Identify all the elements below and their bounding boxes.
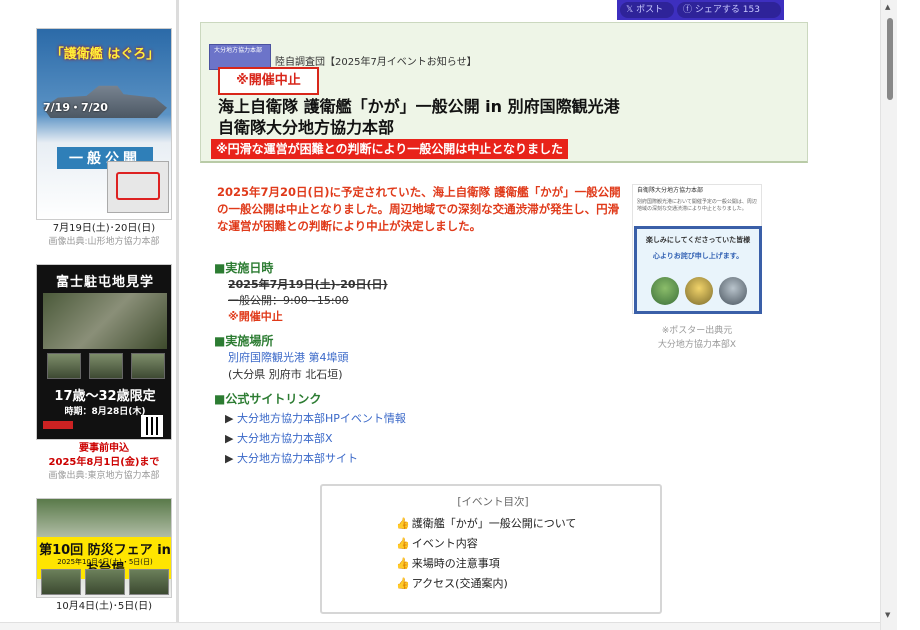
headline-line-1: 海上自衛隊 護衛艦「かが」一般公開 in 別府国際観光港 xyxy=(218,97,620,116)
event-table-of-contents: [イベント目次] 👍 護衛艦「かが」一般公開について 👍 イベント内容 👍 来場時の注… xyxy=(320,484,662,614)
link-site[interactable]: ▶ 大分地方協力本部サイト xyxy=(225,451,358,467)
poster-caption: ※ポスター出典元 大分地方協力本部X xyxy=(632,324,762,352)
qr-code-icon xyxy=(141,415,163,437)
banner-kicker: 陸自調査団【2025年7月イベントお知らせ】 xyxy=(275,57,477,68)
scroll-down-arrow-icon[interactable]: ▼ xyxy=(885,611,890,619)
facebook-share-label: シェアする 153 xyxy=(694,5,760,15)
toc-label: イベント内容 xyxy=(411,537,478,550)
apply-deadline: 2025年8月1日(金)まで xyxy=(48,457,160,468)
pointing-hand-icon: 👍 xyxy=(396,517,410,530)
image-source: 画像出典:山形地方協力本部 xyxy=(48,237,160,247)
event-poster-image[interactable]: 自衛隊大分地方協力本部 別府国際観光港において開催予定の一般公開は、周辺地域の深… xyxy=(632,184,762,314)
toc-item-notes[interactable]: 👍 来場時の注意事項 xyxy=(396,556,500,572)
window-gutter xyxy=(897,0,920,630)
bousai-poster-image[interactable]: 第10回 防災フェア in お台場 2025年10月4日(土)・5日(日) xyxy=(36,498,172,598)
pointing-hand-icon: 👍 xyxy=(396,537,410,550)
apply-note: 要事前申込 xyxy=(79,443,129,454)
pointing-hand-icon: 👍 xyxy=(396,557,410,570)
sidebar-divider xyxy=(176,0,179,630)
link-label: 大分地方協力本部サイト xyxy=(236,452,358,465)
mascot-graphic xyxy=(685,277,713,305)
poster-thumb xyxy=(47,353,81,379)
poster-thumb xyxy=(131,353,165,379)
event-date: 7月19日(土)･20日(日) xyxy=(52,223,156,234)
event-banner: 大分地方協力本部 陸自調査団【2025年7月イベントお知らせ】 ※開催中止 海上… xyxy=(200,22,808,163)
sidebar: 「護衛艦 はぐろ」 7/19・7/20 一般公開 7月19日(土)･20日(日)… xyxy=(0,0,176,630)
apology-line-2: 心よりお詫び申し上げます。 xyxy=(652,252,744,260)
poster-photo xyxy=(129,569,169,595)
toc-label: 来場時の注意事項 xyxy=(411,557,500,570)
link-hp-event[interactable]: ▶ 大分地方協力本部HPイベント情報 xyxy=(225,411,406,427)
vertical-scrollbar[interactable]: ▲ ▼ xyxy=(880,0,897,630)
toc-item-content[interactable]: 👍 イベント内容 xyxy=(396,536,478,552)
triangle-bullet-icon: ▶ xyxy=(225,452,234,465)
caption-line-2: 大分地方協力本部X xyxy=(657,340,737,350)
poster-apology-box: 楽しみにしてくださっていた皆様 心よりお詫び申し上げます。 xyxy=(634,226,762,314)
schedule-time: 一般公開：9:00~15:00 xyxy=(228,294,349,307)
apology-line-1: 楽しみにしてくださっていた皆様 xyxy=(645,236,751,244)
haguro-poster-image[interactable]: 「護衛艦 はぐろ」 7/19・7/20 一般公開 xyxy=(36,28,172,220)
links-heading: ■公式サイトリンク xyxy=(214,392,322,406)
poster-photo xyxy=(85,569,125,595)
link-label: 大分地方協力本部X xyxy=(236,432,333,445)
main-content: 大分地方協力本部 陸自調査団【2025年7月イベントお知らせ】 ※開催中止 海上… xyxy=(200,22,808,630)
sidebar-card-haguro[interactable]: 「護衛艦 はぐろ」 7/19・7/20 一般公開 7月19日(土)･20日(日)… xyxy=(36,28,172,249)
poster-apply-mark xyxy=(43,421,73,429)
fuji-poster-image[interactable]: 富士駐屯地見学 17歳～32歳限定 時期：8月28日(木) xyxy=(36,264,172,440)
horizontal-scroll-strip xyxy=(0,622,880,630)
scroll-up-arrow-icon[interactable]: ▲ xyxy=(885,3,890,11)
x-share-button[interactable]: 𝕏 ポスト xyxy=(620,2,674,18)
poster-body: 別府国際観光港において開催予定の一般公開は、周辺地域の深刻な交通渋滞により中止と… xyxy=(637,199,757,212)
venue-heading: ■実施場所 xyxy=(214,334,274,348)
schedule-date: 2025年7月19日(土)-20日(日) xyxy=(228,278,388,291)
triangle-bullet-icon: ▶ xyxy=(225,412,234,425)
page-title: 海上自衛隊 護衛艦「かが」一般公開 in 別府国際観光港 自衛隊大分地方協力本部 xyxy=(218,96,620,138)
link-label: 大分地方協力本部HPイベント情報 xyxy=(236,412,406,425)
poster-title: 「護衛艦 はぐろ」 xyxy=(50,47,160,62)
cancellation-notice-bar: ※円滑な運営が困難との判断により一般公開は中止となりました xyxy=(211,139,568,159)
toc-label: アクセス(交通案内) xyxy=(411,577,508,590)
logo-text: 大分地方協力本部 xyxy=(214,47,263,54)
sidebar-card-fuji[interactable]: 富士駐屯地見学 17歳～32歳限定 時期：8月28日(木) 要事前申込 2025… xyxy=(36,264,172,483)
toc-item-access[interactable]: 👍 アクセス(交通案内) xyxy=(396,576,508,592)
x-share-label: ポスト xyxy=(636,5,664,15)
schedule-cancel-note: ※開催中止 xyxy=(228,310,283,323)
mascot-graphic xyxy=(651,277,679,305)
share-bar: 𝕏 ポスト ⓕ シェアする 153 xyxy=(617,0,784,20)
cancellation-notice-text: 2025年7月20日(日)に予定されていた、海上自衛隊 護衛艦「かが」一般公開の… xyxy=(217,185,621,233)
poster-age-limit: 17歳～32歳限定 xyxy=(54,389,156,404)
poster-dates: 2025年10月4日(土)・5日(日) xyxy=(57,558,153,566)
facebook-icon: ⓕ xyxy=(683,5,695,15)
toc-title: [イベント目次] xyxy=(457,496,529,508)
mascot-graphic xyxy=(719,277,747,305)
toc-item-about[interactable]: 👍 護衛艦「かが」一般公開について xyxy=(396,516,576,532)
page-viewport: 「護衛艦 はぐろ」 7/19・7/20 一般公開 7月19日(土)･20日(日)… xyxy=(0,0,920,630)
cancel-badge: ※開催中止 xyxy=(218,67,319,95)
facebook-share-button[interactable]: ⓕ シェアする 153 xyxy=(677,2,781,18)
poster-photo xyxy=(41,569,81,595)
pointing-hand-icon: 👍 xyxy=(396,577,410,590)
headline-line-2: 自衛隊大分地方協力本部 xyxy=(218,118,395,137)
sidebar-card-bousai[interactable]: 第10回 防災フェア in お台場 2025年10月4日(土)・5日(日) 10… xyxy=(36,498,172,614)
poster-title: 富士駐屯地見学 xyxy=(55,275,154,290)
venue-place: 別府国際観光港 第4埠頭 xyxy=(228,351,349,364)
caption-line-1: ※ポスター出典元 xyxy=(661,326,733,336)
toc-label: 護衛艦「かが」一般公開について xyxy=(411,517,577,530)
poster-header: 自衛隊大分地方協力本部 xyxy=(637,187,704,194)
poster-map xyxy=(107,161,169,213)
triangle-bullet-icon: ▶ xyxy=(225,432,234,445)
image-source: 画像出典:東京地方協力本部 xyxy=(48,471,160,481)
schedule-heading: ■実施日時 xyxy=(214,261,274,275)
x-logo-icon: 𝕏 xyxy=(626,5,637,15)
poster-photo xyxy=(43,293,167,349)
link-x[interactable]: ▶ 大分地方協力本部X xyxy=(225,431,333,447)
venue-address: (大分県 別府市 北石垣) xyxy=(228,368,343,381)
scrollbar-thumb[interactable] xyxy=(887,18,893,100)
event-date: 10月4日(土)･5日(日) xyxy=(55,601,153,612)
poster-date: 7/19・7/20 xyxy=(43,101,108,114)
poster-thumb xyxy=(89,353,123,379)
